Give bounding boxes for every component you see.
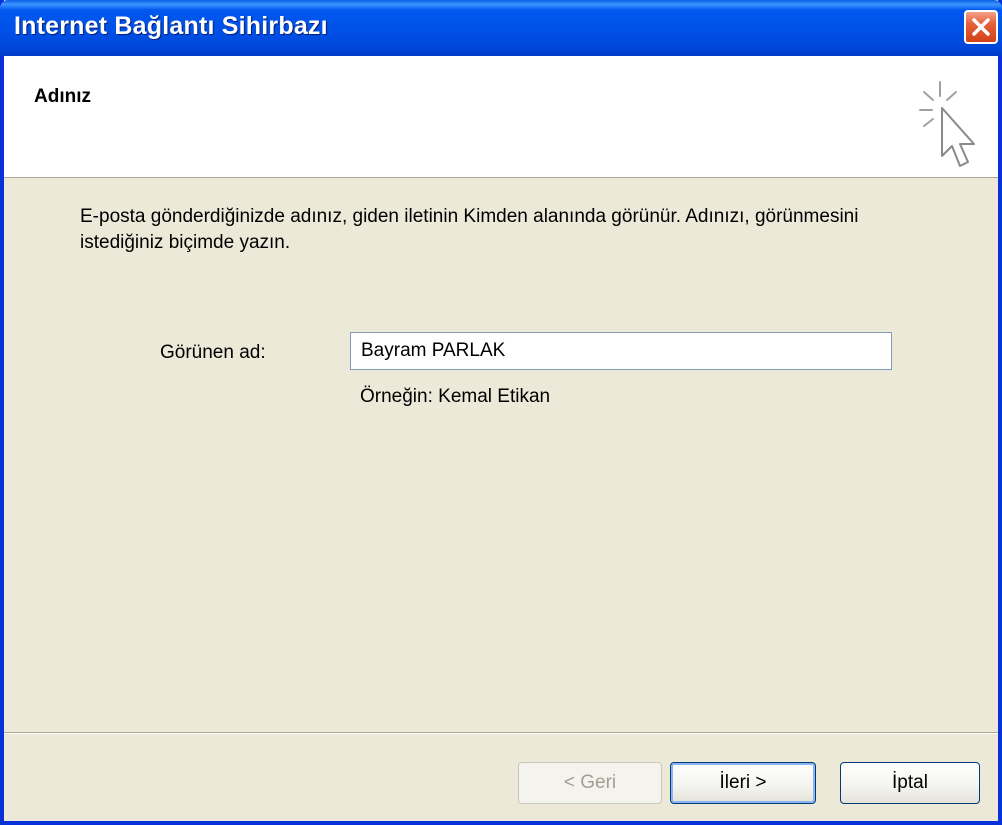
instruction-text: E-posta gönderdiğinizde adınız, giden il… [80, 206, 859, 253]
display-name-label: Görünen ad: [160, 342, 266, 363]
back-button[interactable]: < Geri [518, 762, 662, 804]
wizard-header: Adınız [4, 56, 998, 178]
example-hint: Örneğin: Kemal Etikan [360, 386, 551, 407]
cancel-button[interactable]: İptal [840, 762, 980, 804]
close-icon [972, 18, 990, 36]
close-button[interactable] [964, 10, 998, 44]
window-title: Internet Bağlantı Sihirbazı [14, 12, 328, 40]
next-button[interactable]: İleri > [670, 762, 816, 804]
display-name-input[interactable] [350, 332, 892, 370]
title-bar[interactable]: Internet Bağlantı Sihirbazı [0, 0, 1002, 56]
footer-divider [4, 732, 998, 734]
wizard-window: Internet Bağlantı Sihirbazı Adınız E-pos… [0, 0, 1002, 825]
page-title: Adınız [34, 86, 91, 107]
wizard-cursor-icon [919, 81, 975, 167]
